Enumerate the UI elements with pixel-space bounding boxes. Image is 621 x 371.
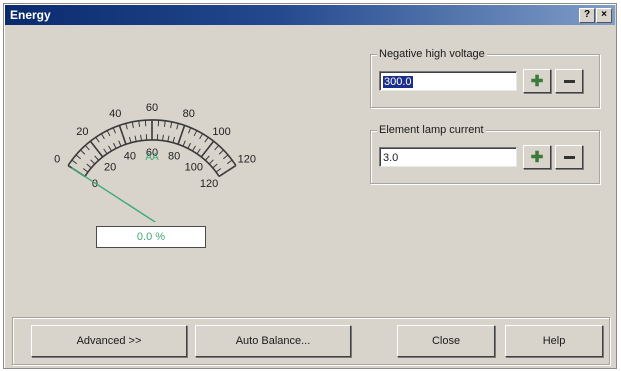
advanced-button[interactable]: Advanced >> [31,325,187,357]
gauge-inner-tick [182,140,186,147]
negative-high-voltage-increase-button[interactable]: ✚ [523,69,551,93]
gauge-outer-tick [214,145,220,151]
gauge-inner-tick-label: 20 [104,161,116,173]
gauge-inner-tick [134,135,137,142]
gauge-inner-tick [204,155,210,161]
gauge-outer-tick-label: 60 [146,102,158,114]
close-button[interactable]: Close [397,325,495,357]
element-lamp-current-label: Element lamp current [377,124,486,136]
gauge-outer-tick [125,123,128,130]
gauge-inner-tick [172,136,176,143]
element-lamp-current-decrease-button[interactable] [555,145,583,169]
gauge-inner-tick [94,155,100,161]
gauge-outer-tick-label: 40 [109,108,121,120]
plus-icon: ✚ [530,72,544,90]
gauge-outer-tick [187,127,192,134]
gauge-inner-tick [108,145,112,152]
gauge-outer-tick [226,159,233,165]
gauge-outer-tick-label: 120 [238,153,256,165]
close-title-button[interactable]: × [596,8,612,23]
minus-icon [563,79,575,83]
gauge-inner-tick [187,142,191,149]
help-button[interactable]: Help [505,325,603,357]
gauge-outer-tick [176,123,179,130]
gauge-inner-tick-label: 120 [200,178,218,190]
window-title: Energy [10,8,51,22]
gauge-outer-tick [71,159,78,165]
gauge-outer-tick [84,145,90,151]
gauge-outer-tick [223,154,229,160]
gauge-inner-tick [128,136,132,143]
gauge-inner-tick [212,163,218,169]
gauge-inner-tick [162,134,164,141]
auto-balance-button[interactable]: Auto Balance... [195,325,351,357]
gauge-inner-tick [95,148,104,158]
gauge-inner-tick [118,140,122,147]
gauge-outer-tick [170,121,173,128]
gauge-inner-tick-label: 80 [168,151,180,163]
gauge-outer-tick [193,130,198,137]
negative-high-voltage-value: 300.0 [383,76,413,88]
gauge-inner-tick [140,134,142,141]
energy-gauge: 02040608010012002040 60 80100120AA [54,102,256,222]
element-lamp-current-value: 3.0 [383,152,399,164]
gauge-inner-tick [192,145,196,152]
gauge-inner-tick [103,148,108,155]
gauge-outer-tick [100,133,105,140]
button-bar: Advanced >> Auto Balance... Close Help [12,317,610,365]
gauge-outer-tick-label: 80 [183,108,195,120]
gauge-inner-tick [200,148,209,158]
gauge-outer-tick-label: 20 [76,126,88,138]
minus-icon [563,155,575,159]
gauge-outer-tick [218,149,224,155]
gauge-inner-tick [86,163,92,169]
element-lamp-current-input[interactable]: 3.0 [379,147,517,167]
negative-high-voltage-group: Negative high voltage 300.0 ✚ [370,48,600,108]
gauge-outer-tick [199,133,204,140]
gauge-outer-tick [180,125,186,136]
gauge-outer-tick [206,140,215,150]
negative-high-voltage-input[interactable]: 300.0 [379,71,517,91]
gauge-inner-tick-label: 40 [124,151,136,163]
energy-dialog: Energy ? × 0 20 40 60 80 100 120 0 20 40 60 80 100 12… [3,3,617,369]
title-bar[interactable]: Energy ? × [5,5,615,25]
gauge-inner-tick [215,168,222,173]
gauge-inner-tick-label: 100 [185,161,203,173]
gauge-needle [71,167,157,222]
help-title-button[interactable]: ? [579,8,595,23]
gauge-inner-tick [82,168,89,173]
gauge-outer-tick [89,140,98,150]
gauge-inner-tick [177,134,183,145]
gauge-outer-tick [131,121,134,128]
gauge-inner-tick [121,134,127,145]
gauge-outer-tick [75,154,81,160]
gauge-outer-tick [163,120,166,127]
gauge-outer-tick [138,120,141,127]
gauge-unit-label: AA [145,152,159,163]
negative-high-voltage-label: Negative high voltage [377,48,487,60]
element-lamp-current-increase-button[interactable]: ✚ [523,145,551,169]
gauge-outer-tick [118,125,124,136]
gauge-outer-tick [227,164,237,172]
gauge-outer-tick [80,149,86,155]
gauge-outer-tick [106,130,111,137]
plus-icon: ✚ [530,148,544,166]
gauge-outer-tick-label: 100 [212,126,230,138]
gauge-inner-tick [208,159,214,165]
gauge-outer-tick [95,137,100,143]
gauge-inner-tick [90,159,96,165]
element-lamp-current-group: Element lamp current 3.0 ✚ [370,124,600,184]
gauge-inner-tick [196,148,201,155]
gauge-inner-tick [218,170,228,178]
gauge-inner-tick [167,135,170,142]
gauge-outer-tick [204,137,209,143]
energy-percent-readout: 0.0 % [96,226,206,248]
negative-high-voltage-decrease-button[interactable] [555,69,583,93]
gauge-inner-tick [113,142,117,149]
gauge-outer-tick-label: 0 [54,153,60,165]
gauge-outer-tick [112,127,117,134]
